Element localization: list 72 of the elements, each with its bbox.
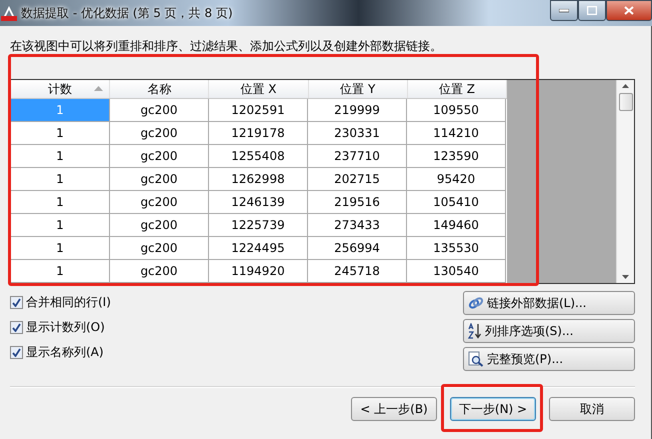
- table-cell: gc200: [110, 191, 209, 214]
- checkbox-label: 显示名称列(A): [26, 344, 104, 361]
- letter-a-icon: [1, 5, 17, 21]
- column-header[interactable]: 位置 Y: [308, 80, 408, 98]
- scroll-thumb[interactable]: [618, 93, 632, 111]
- action-button[interactable]: 完整预览(P)...: [463, 347, 635, 371]
- maximize-icon: [587, 6, 597, 15]
- checkbox[interactable]: [10, 321, 23, 334]
- table-cell: 1219178: [209, 122, 308, 145]
- checkbox-label: 显示计数列(O): [26, 319, 105, 336]
- wizard-button[interactable]: 取消: [549, 397, 635, 421]
- table-cell: 114210: [407, 122, 506, 145]
- checkbox-label: 合并相同的行(I): [26, 294, 111, 311]
- table-cell: 1: [11, 145, 110, 168]
- scroll-down-icon: [622, 275, 629, 279]
- table-cell: gc200: [110, 214, 209, 237]
- table-cell: gc200: [110, 122, 209, 145]
- table-cell: 1: [11, 122, 110, 145]
- table-cell: 149460: [407, 214, 506, 237]
- table-cell: 219999: [308, 99, 407, 122]
- instruction-text: 在该视图中可以将列重排和排序、过滤结果、添加公式列以及创建外部数据链接。: [10, 38, 443, 55]
- table-cell: 1202591: [209, 99, 308, 122]
- column-header[interactable]: 位置 X: [209, 80, 309, 98]
- table-cell: 130540: [407, 260, 506, 283]
- action-button[interactable]: 链接外部数据(L)...: [463, 291, 635, 315]
- close-button[interactable]: [606, 0, 652, 21]
- minimize-button[interactable]: [550, 0, 578, 21]
- table-cell: 1194920: [209, 260, 308, 283]
- magnifier-page-icon: [468, 351, 484, 367]
- table-cell: gc200: [110, 99, 209, 122]
- table-cell: 202715: [308, 168, 407, 191]
- table-cell: gc200: [110, 260, 209, 283]
- table-cell: 1225739: [209, 214, 308, 237]
- table-cell: 1255408: [209, 145, 308, 168]
- table-cell: 1: [11, 214, 110, 237]
- checkbox[interactable]: [10, 346, 23, 359]
- maximize-button[interactable]: [578, 0, 606, 21]
- checkbox[interactable]: [10, 296, 23, 309]
- wizard-button[interactable]: 下一步(N) >: [450, 397, 536, 421]
- table-cell: 135530: [407, 237, 506, 260]
- wizard-button[interactable]: < 上一步(B): [351, 397, 437, 421]
- table-cell: 1: [11, 260, 110, 283]
- table-cell: 1246139: [209, 191, 308, 214]
- action-button[interactable]: 列排序选项(S)...: [463, 319, 635, 343]
- chain-link-icon: [468, 296, 484, 310]
- table-cell: 105410: [407, 191, 506, 214]
- table-cell: 245718: [308, 260, 407, 283]
- scrollbar[interactable]: [616, 80, 634, 283]
- column-header[interactable]: 计数: [11, 80, 110, 98]
- table-cell: 95420: [407, 168, 506, 191]
- minimize-icon: [559, 8, 569, 12]
- table-cell: 237710: [308, 145, 407, 168]
- column-header[interactable]: 名称: [110, 80, 210, 98]
- table-cell: 1: [11, 99, 110, 122]
- table-cell: gc200: [110, 237, 209, 260]
- table-cell: 123590: [407, 145, 506, 168]
- table-cell: 1262998: [209, 168, 308, 191]
- window-title: 数据提取 - 优化数据 (第 5 页，共 8 页): [21, 4, 233, 22]
- table-cell: 1: [11, 237, 110, 260]
- table-cell: 273433: [308, 214, 407, 237]
- table-cell: 256994: [308, 237, 407, 260]
- table-cell: 1: [11, 168, 110, 191]
- close-icon: [624, 6, 634, 15]
- table-cell: gc200: [110, 168, 209, 191]
- scroll-up-icon: [622, 84, 629, 88]
- table-cell: 230331: [308, 122, 407, 145]
- table-cell: 1: [11, 191, 110, 214]
- table-cell: 109550: [407, 99, 506, 122]
- table-cell: 1224495: [209, 237, 308, 260]
- table-cell: 219516: [308, 191, 407, 214]
- sort-az-icon: [468, 323, 482, 339]
- table-cell: gc200: [110, 145, 209, 168]
